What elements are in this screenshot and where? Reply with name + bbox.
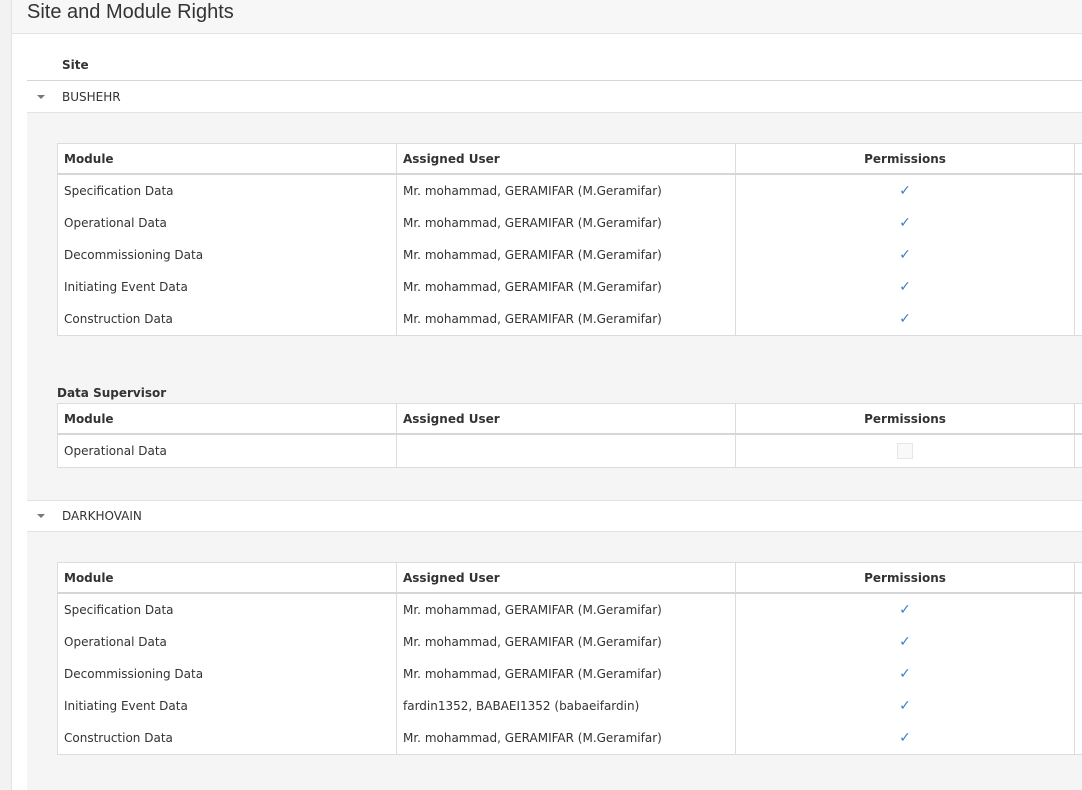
assigned-user-cell: Mr. mohammad, GERAMIFAR (M.Geramifar) xyxy=(396,174,736,207)
table-row[interactable]: Construction Data Mr. mohammad, GERAMIFAR… xyxy=(57,722,1082,755)
site-column-header[interactable]: Site xyxy=(27,48,1082,81)
assigned-user-cell xyxy=(396,434,736,468)
permission-cell: ✓ xyxy=(735,271,1075,303)
checkmark-icon[interactable]: ✓ xyxy=(899,730,911,746)
module-cell: Decommissioning Data xyxy=(57,239,397,271)
assigned-user-cell: Mr. mohammad, GERAMIFAR (M.Geramifar) xyxy=(396,658,736,690)
column-header-extra xyxy=(1074,403,1082,435)
permission-cell: ✓ xyxy=(735,593,1075,626)
site-name: BUSHEHR xyxy=(62,90,121,104)
table-row[interactable]: Specification Data Mr. mohammad, GERAMIFA… xyxy=(57,174,1082,207)
module-cell: Initiating Event Data xyxy=(57,271,397,303)
modules-table-bushehr: Module Assigned User Permissions Specifi… xyxy=(57,143,1082,336)
table-row[interactable]: Decommissioning Data Mr. mohammad, GERAMI… xyxy=(57,658,1082,690)
assigned-user-cell: Mr. mohammad, GERAMIFAR (M.Geramifar) xyxy=(396,207,736,239)
table-row[interactable]: Construction Data Mr. mohammad, GERAMIFAR… xyxy=(57,303,1082,336)
permission-cell: ✓ xyxy=(735,626,1075,658)
extra-cell xyxy=(1074,303,1082,336)
site-row-bushehr[interactable]: BUSHEHR xyxy=(27,82,1082,113)
assigned-user-cell: fardin1352, BABAEI1352 (babaeifardin) xyxy=(396,690,736,722)
extra-cell xyxy=(1074,239,1082,271)
checkmark-icon[interactable]: ✓ xyxy=(899,215,911,231)
permission-cell: ✓ xyxy=(735,658,1075,690)
column-header-extra xyxy=(1074,562,1082,594)
assigned-user-cell: Mr. mohammad, GERAMIFAR (M.Geramifar) xyxy=(396,271,736,303)
page-title: Site and Module Rights xyxy=(27,1,234,23)
extra-cell xyxy=(1074,207,1082,239)
checkmark-icon[interactable]: ✓ xyxy=(899,247,911,263)
table-row[interactable]: Initiating Event Data Mr. mohammad, GERAM… xyxy=(57,271,1082,303)
extra-cell xyxy=(1074,434,1082,468)
column-header-permissions[interactable]: Permissions xyxy=(735,562,1075,594)
checkmark-icon[interactable]: ✓ xyxy=(899,666,911,682)
extra-cell xyxy=(1074,271,1082,303)
module-cell: Specification Data xyxy=(57,593,397,626)
assigned-user-cell: Mr. mohammad, GERAMIFAR (M.Geramifar) xyxy=(396,626,736,658)
extra-cell xyxy=(1074,626,1082,658)
assigned-user-cell: Mr. mohammad, GERAMIFAR (M.Geramifar) xyxy=(396,303,736,336)
permission-cell: ✓ xyxy=(735,303,1075,336)
column-header-permissions[interactable]: Permissions xyxy=(735,403,1075,435)
checkmark-icon[interactable]: ✓ xyxy=(899,602,911,618)
extra-cell xyxy=(1074,658,1082,690)
site-name: DARKHOVAIN xyxy=(62,509,142,523)
permission-cell: ✓ xyxy=(735,174,1075,207)
permission-checkbox[interactable] xyxy=(897,443,913,459)
page-header: Site and Module Rights xyxy=(12,0,1082,34)
checkmark-icon[interactable]: ✓ xyxy=(899,279,911,295)
assigned-user-cell: Mr. mohammad, GERAMIFAR (M.Geramifar) xyxy=(396,593,736,626)
supervisor-table-bushehr: Module Assigned User Permissions Operati… xyxy=(57,403,1082,468)
column-header-module[interactable]: Module xyxy=(57,143,397,175)
extra-cell xyxy=(1074,722,1082,755)
column-header-assigned-user[interactable]: Assigned User xyxy=(396,143,736,175)
table-header-row: Module Assigned User Permissions xyxy=(57,143,1082,175)
column-header-module[interactable]: Module xyxy=(57,403,397,435)
table-row[interactable]: Initiating Event Data fardin1352, BABAEI1… xyxy=(57,690,1082,722)
data-supervisor-label: Data Supervisor xyxy=(57,386,167,400)
extra-cell xyxy=(1074,593,1082,626)
module-cell: Specification Data xyxy=(57,174,397,207)
permission-cell: ✓ xyxy=(735,239,1075,271)
assigned-user-cell: Mr. mohammad, GERAMIFAR (M.Geramifar) xyxy=(396,722,736,755)
permission-cell: ✓ xyxy=(735,207,1075,239)
table-row[interactable]: Decommissioning Data Mr. mohammad, GERAMI… xyxy=(57,239,1082,271)
checkmark-icon[interactable]: ✓ xyxy=(899,698,911,714)
extra-cell xyxy=(1074,690,1082,722)
permission-cell xyxy=(735,434,1075,468)
checkmark-icon[interactable]: ✓ xyxy=(899,634,911,650)
module-cell: Construction Data xyxy=(57,722,397,755)
extra-cell xyxy=(1074,174,1082,207)
column-header-assigned-user[interactable]: Assigned User xyxy=(396,403,736,435)
table-header-row: Module Assigned User Permissions xyxy=(57,562,1082,594)
page: Site and Module Rights Site BUSHEHR Modu… xyxy=(11,0,1082,790)
permission-cell: ✓ xyxy=(735,690,1075,722)
column-header-permissions[interactable]: Permissions xyxy=(735,143,1075,175)
table-row[interactable]: Operational Data Mr. mohammad, GERAMIFAR … xyxy=(57,207,1082,239)
column-header-assigned-user[interactable]: Assigned User xyxy=(396,562,736,594)
module-cell: Operational Data xyxy=(57,626,397,658)
module-cell: Construction Data xyxy=(57,303,397,336)
column-header-extra xyxy=(1074,143,1082,175)
table-row[interactable]: Operational Data Mr. mohammad, GERAMIFAR … xyxy=(57,626,1082,658)
site-column-label: Site xyxy=(62,58,89,72)
caret-down-icon[interactable] xyxy=(37,514,45,518)
checkmark-icon[interactable]: ✓ xyxy=(899,183,911,199)
module-cell: Initiating Event Data xyxy=(57,690,397,722)
permission-cell: ✓ xyxy=(735,722,1075,755)
modules-table-darkhovain: Module Assigned User Permissions Specifi… xyxy=(57,562,1082,755)
caret-down-icon[interactable] xyxy=(37,95,45,99)
module-cell: Decommissioning Data xyxy=(57,658,397,690)
checkmark-icon[interactable]: ✓ xyxy=(899,311,911,327)
module-cell: Operational Data xyxy=(57,207,397,239)
module-cell: Operational Data xyxy=(57,434,397,468)
assigned-user-cell: Mr. mohammad, GERAMIFAR (M.Geramifar) xyxy=(396,239,736,271)
table-row[interactable]: Specification Data Mr. mohammad, GERAMIFA… xyxy=(57,593,1082,626)
column-header-module[interactable]: Module xyxy=(57,562,397,594)
site-row-darkhovain[interactable]: DARKHOVAIN xyxy=(27,501,1082,532)
table-row[interactable]: Operational Data xyxy=(57,434,1082,468)
table-header-row: Module Assigned User Permissions xyxy=(57,403,1082,435)
